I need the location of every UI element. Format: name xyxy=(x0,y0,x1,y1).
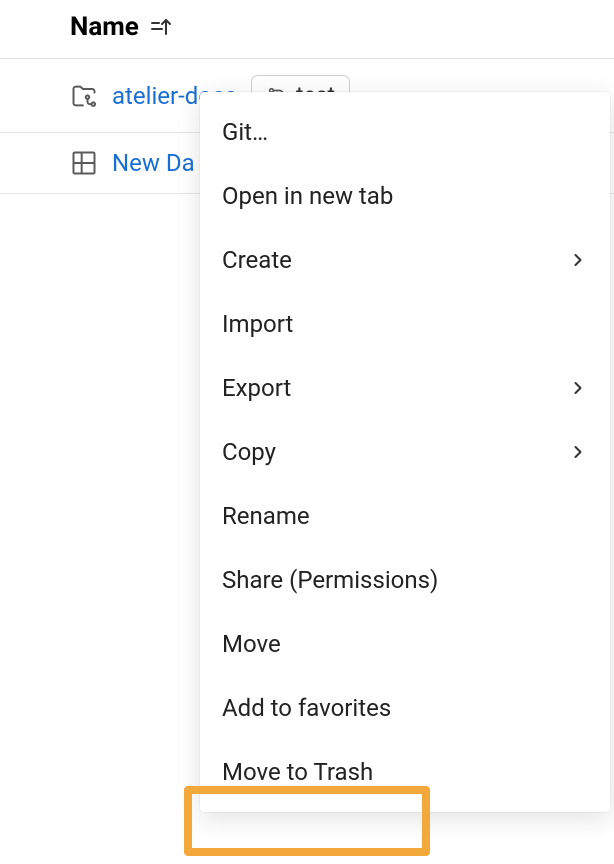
menu-item-label: Import xyxy=(222,310,293,338)
menu-item-copy[interactable]: Copy xyxy=(200,420,610,484)
menu-item-label: Export xyxy=(222,374,291,402)
menu-item-add-favorites[interactable]: Add to favorites xyxy=(200,676,610,740)
file-name-link[interactable]: New Da xyxy=(112,149,195,177)
sort-ascending-icon xyxy=(149,15,173,39)
menu-item-import[interactable]: Import xyxy=(200,292,610,356)
menu-item-label: Git… xyxy=(222,118,268,146)
menu-item-move-to-trash[interactable]: Move to Trash xyxy=(200,740,610,804)
menu-item-label: Move to Trash xyxy=(222,758,373,786)
chevron-right-icon xyxy=(568,442,588,462)
context-menu: Git… Open in new tab Create Import Expor… xyxy=(200,92,610,812)
menu-item-label: Rename xyxy=(222,502,310,530)
menu-item-move[interactable]: Move xyxy=(200,612,610,676)
menu-item-git[interactable]: Git… xyxy=(200,100,610,164)
menu-item-label: Share (Permissions) xyxy=(222,566,438,594)
menu-item-share-permissions[interactable]: Share (Permissions) xyxy=(200,548,610,612)
column-header-label: Name xyxy=(70,12,139,42)
menu-item-label: Create xyxy=(222,246,292,274)
chevron-right-icon xyxy=(568,250,588,270)
menu-item-rename[interactable]: Rename xyxy=(200,484,610,548)
folder-repo-icon xyxy=(70,82,98,110)
column-header-name[interactable]: Name xyxy=(0,0,614,58)
menu-item-label: Move xyxy=(222,630,281,658)
grid-icon xyxy=(70,149,98,177)
menu-item-label: Add to favorites xyxy=(222,694,391,722)
menu-item-export[interactable]: Export xyxy=(200,356,610,420)
menu-item-open-new-tab[interactable]: Open in new tab xyxy=(200,164,610,228)
menu-item-label: Copy xyxy=(222,438,276,466)
menu-item-label: Open in new tab xyxy=(222,182,393,210)
chevron-right-icon xyxy=(568,378,588,398)
menu-item-create[interactable]: Create xyxy=(200,228,610,292)
